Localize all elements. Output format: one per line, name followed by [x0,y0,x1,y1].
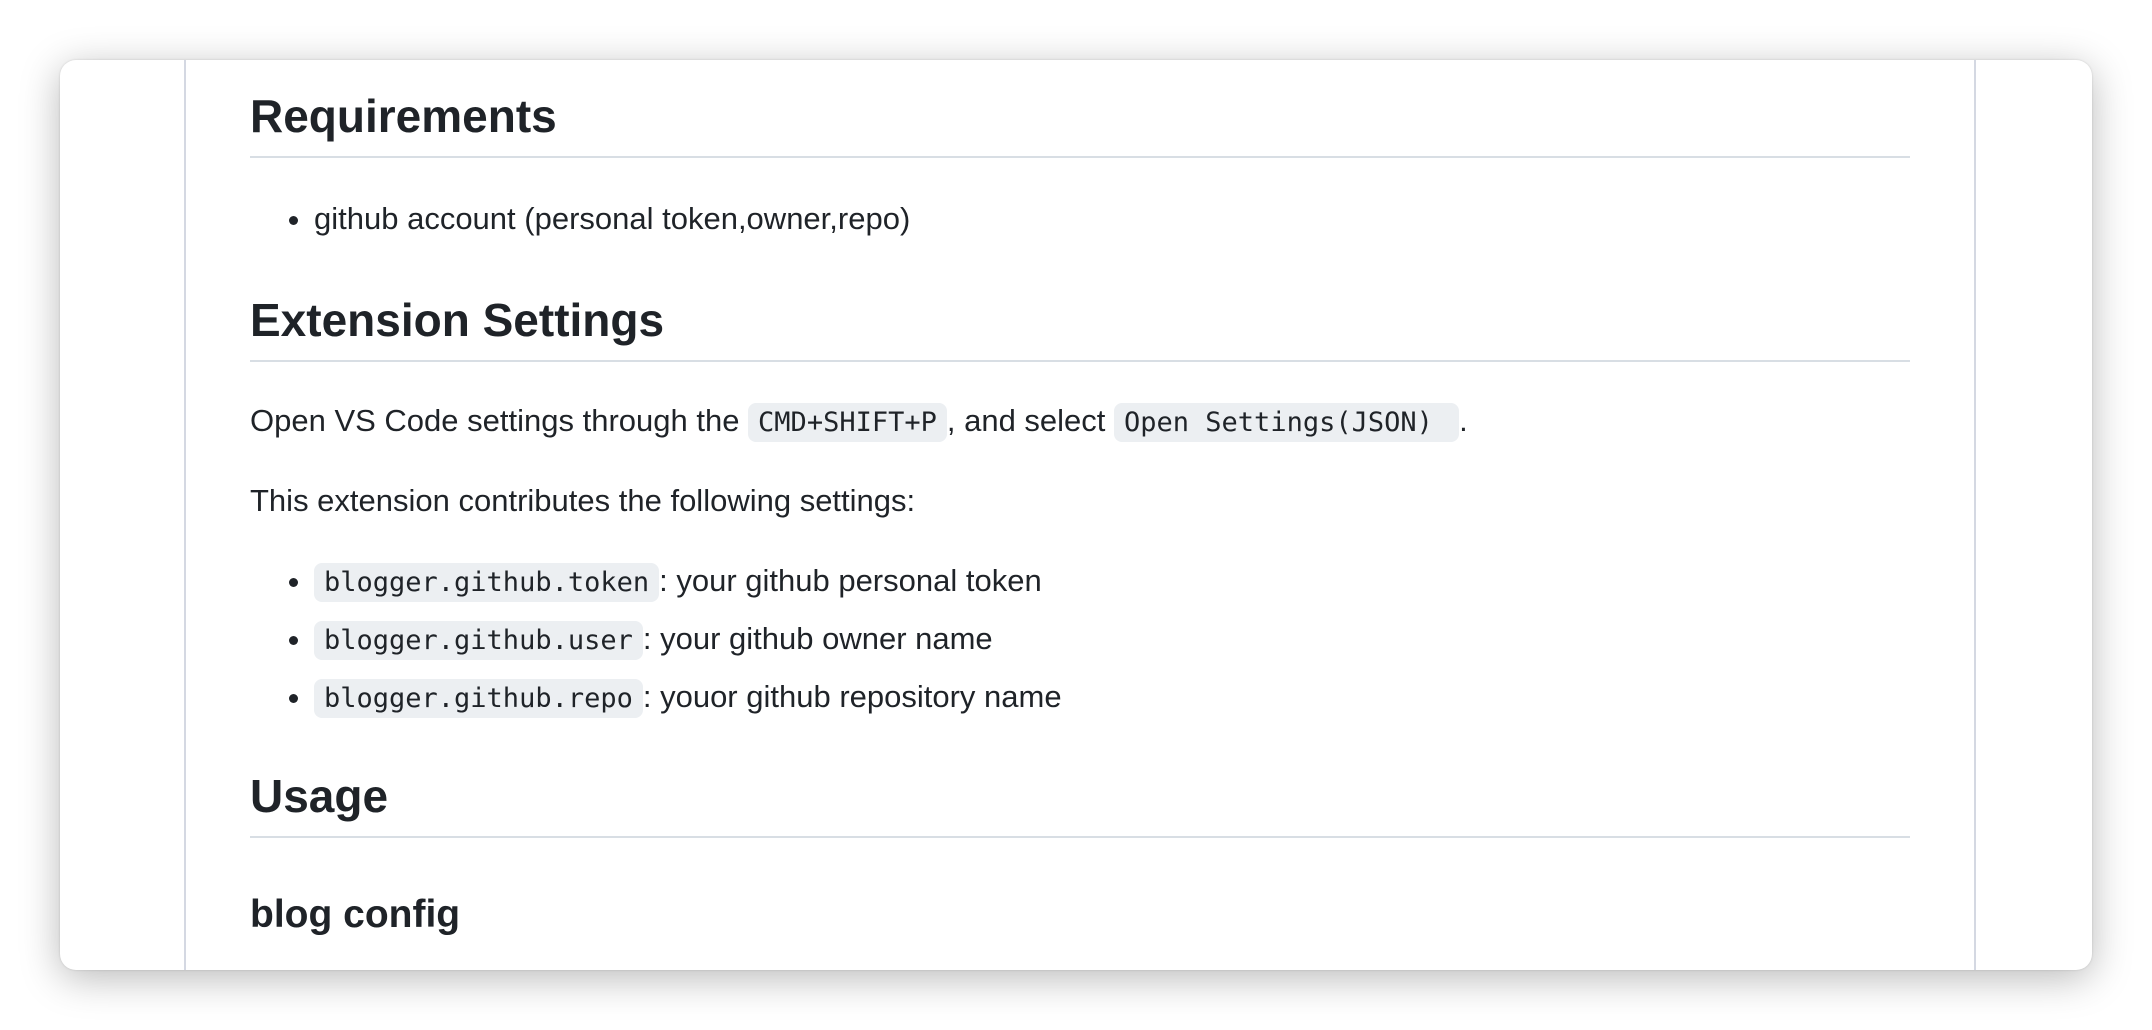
usage-section: Usage [250,768,1910,838]
requirements-list-wrap: github account (personal token,owner,rep… [250,196,1910,252]
list-item: blogger.github.token: your github person… [314,558,1910,606]
usage-heading: Usage [250,768,1910,838]
contributes-paragraph: This extension contributes the following… [250,483,916,518]
setting-key-code: blogger.github.user [314,621,643,660]
settings-list-wrap: blogger.github.token: your github person… [250,558,1910,732]
setting-key-code: blogger.github.repo [314,679,643,718]
setting-description: : your github personal token [659,563,1042,598]
text-span: . [1459,403,1468,438]
requirements-section: Requirements [250,88,1910,158]
extension-settings-heading: Extension Settings [250,292,1910,362]
text-span: , and select [946,403,1115,438]
left-margin-rule [184,60,186,970]
extension-settings-section: Extension Settings [250,292,1910,362]
requirements-heading: Requirements [250,88,1910,158]
blog-config-heading: blog config [250,893,461,936]
list-item: blogger.github.user: your github owner n… [314,616,1910,664]
open-settings-paragraph-wrap: Open VS Code settings through the CMD+SH… [250,398,1910,446]
list-item: blogger.github.repo: youor github reposi… [314,674,1910,722]
list-item: github account (personal token,owner,rep… [314,196,1910,242]
command-code: Open Settings(JSON) [1114,403,1460,442]
text-span: Open VS Code settings through the [250,403,749,438]
requirements-list: github account (personal token,owner,rep… [250,196,1910,242]
shortcut-code: CMD+SHIFT+P [748,403,947,442]
readme-window: Requirements github account (personal to… [60,60,2092,970]
open-settings-paragraph: Open VS Code settings through the CMD+SH… [250,398,1910,446]
setting-key-code: blogger.github.token [314,563,660,602]
contributes-paragraph-wrap: This extension contributes the following… [250,478,1910,524]
setting-description: : youor github repository name [642,679,1062,714]
setting-description: : your github owner name [642,621,993,656]
blog-config-section: blog config [250,890,1910,940]
page-canvas: Requirements github account (personal to… [0,0,2152,1030]
right-margin-rule [1974,60,1976,970]
settings-list: blogger.github.token: your github person… [250,558,1910,722]
